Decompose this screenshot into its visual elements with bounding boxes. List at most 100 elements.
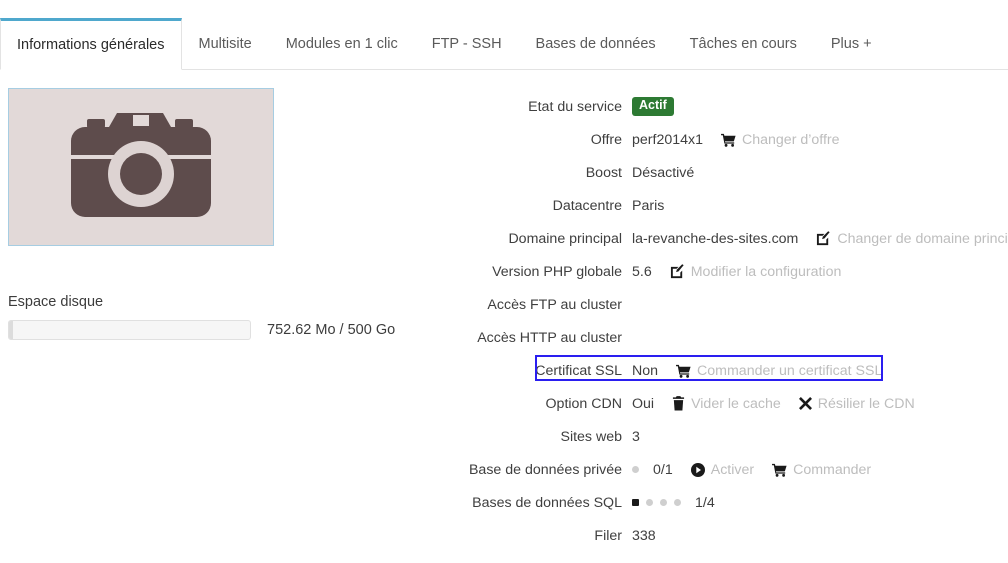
detail-row: Filer 338	[420, 523, 1008, 548]
action-link[interactable]: Vider le cache	[672, 396, 781, 412]
detail-value-text: la-revanche-des-sites.com	[632, 230, 799, 247]
detail-value: 338	[632, 528, 656, 544]
quota-dot-empty	[632, 466, 639, 473]
detail-value-text: Oui	[632, 395, 655, 412]
detail-label: Sites web	[560, 428, 622, 445]
camera-icon	[65, 111, 217, 223]
disk-space-progress-fill	[9, 321, 13, 339]
action-link[interactable]: Changer d’offre	[721, 132, 840, 148]
detail-value-text: 5.6	[632, 263, 652, 280]
action-link[interactable]: Résilier le CDN	[798, 395, 915, 412]
detail-value: 1/4	[632, 495, 715, 511]
detail-value-text: 0/1	[653, 461, 673, 478]
edit-icon	[670, 264, 685, 279]
disk-space-row: 752.62 Mo / 500 Go	[8, 320, 395, 340]
left-column: Espace disque 752.62 Mo / 500 Go	[8, 88, 408, 340]
action-link[interactable]: Changer de domaine principal	[816, 231, 1008, 247]
detail-row: Base de données privée 0/1 Activer Commande…	[420, 457, 1008, 482]
action-link[interactable]: Commander	[772, 462, 871, 478]
action-label: Commander	[793, 461, 872, 478]
cart-icon	[721, 133, 736, 147]
detail-value: Actif	[632, 97, 674, 116]
detail-value-text: 1/4	[695, 494, 715, 511]
action-label: Changer d’offre	[742, 131, 840, 148]
detail-row: Bases de données SQL 1/4	[420, 490, 1008, 515]
close-icon	[798, 397, 812, 410]
detail-row: Domaine principal la-revanche-des-sites.c…	[420, 226, 1008, 251]
tab-4[interactable]: Bases de données	[519, 18, 673, 69]
detail-value: Désactivé	[632, 165, 694, 181]
tab-2[interactable]: Modules en 1 clic	[269, 18, 415, 69]
tab-active-0[interactable]: Informations générales	[0, 18, 182, 70]
quota-dot-empty	[660, 499, 667, 506]
action-label: Activer	[710, 461, 755, 478]
disk-space-usage-text: 752.62 Mo / 500 Go	[267, 322, 396, 338]
tab-5[interactable]: Tâches en cours	[673, 18, 814, 69]
detail-value: 0/1 Activer Commander	[632, 462, 871, 478]
detail-label: Accès HTTP au cluster	[477, 329, 622, 346]
detail-label: Filer	[594, 527, 622, 544]
action-link[interactable]: Commander un certificat SSL	[676, 363, 882, 379]
action-label: Résilier le CDN	[817, 395, 915, 412]
detail-label: Accès FTP au cluster	[487, 296, 622, 313]
detail-value: 3	[632, 429, 640, 445]
action-label: Commander un certificat SSL	[697, 362, 883, 379]
detail-row: Version PHP globale 5.6 Modifier la config…	[420, 259, 1008, 284]
quota-dot-empty	[674, 499, 681, 506]
detail-row: Option CDN Oui Vider le cache Résilier le C…	[420, 391, 1008, 416]
detail-value-text: Désactivé	[632, 164, 695, 181]
detail-value-text: 3	[632, 428, 640, 445]
detail-value: perf2014x1 Changer d’offre	[632, 132, 840, 148]
trash-icon	[672, 396, 685, 411]
page-root: Informations générales Multisite Modules e…	[0, 0, 1008, 563]
disk-space-progressbar	[8, 320, 251, 340]
tab-bar: Informations générales Multisite Modules e…	[0, 18, 1008, 70]
quota-dot-empty	[646, 499, 653, 506]
action-label: Modifier la configuration	[690, 263, 842, 280]
quota-dots	[632, 499, 688, 506]
detail-label: Option CDN	[545, 395, 622, 412]
tab-3[interactable]: FTP - SSH	[415, 18, 519, 69]
detail-value: Paris	[632, 198, 664, 214]
detail-row: Offre perf2014x1 Changer d’offre	[420, 127, 1008, 152]
detail-label: Etat du service	[528, 98, 622, 115]
action-label: Vider le cache	[691, 395, 781, 412]
action-link[interactable]: Activer	[690, 461, 755, 478]
detail-value: 5.6 Modifier la configuration	[632, 264, 841, 280]
quota-dot-filled	[632, 499, 639, 506]
status-badge: Actif	[632, 97, 674, 116]
cart-icon	[676, 364, 691, 378]
detail-label: Datacentre	[552, 197, 622, 214]
detail-row: Sites web 3	[420, 424, 1008, 449]
detail-row: Accès HTTP au cluster	[420, 325, 1008, 350]
detail-row: Certificat SSL Non Commander un certificat…	[420, 355, 1008, 383]
detail-label: Offre	[590, 131, 622, 148]
cart-icon	[772, 463, 787, 477]
detail-row: Boost Désactivé	[420, 160, 1008, 185]
detail-label: Certificat SSL	[535, 362, 622, 379]
service-details-list: Etat du service Actif Offre perf2014x1 Chang…	[420, 94, 1008, 563]
detail-value-text: perf2014x1	[632, 131, 703, 148]
detail-value: Oui Vider le cache Résilier le CDN	[632, 396, 915, 412]
action-link[interactable]: Modifier la configuration	[670, 263, 842, 280]
detail-label: Domaine principal	[508, 230, 622, 247]
detail-row: Datacentre Paris	[420, 193, 1008, 218]
site-thumbnail[interactable]	[8, 88, 274, 246]
detail-label: Boost	[585, 164, 622, 181]
edit-icon	[816, 231, 831, 246]
quota-dots	[632, 466, 646, 473]
detail-value-text: Non	[632, 362, 659, 379]
action-label: Changer de domaine principal	[837, 230, 1008, 247]
tab-1[interactable]: Multisite	[182, 18, 269, 69]
detail-row: Etat du service Actif	[420, 94, 1008, 119]
detail-value: Non Commander un certificat SSL	[632, 363, 882, 379]
detail-row: Statistiques des visites	[420, 556, 1008, 563]
detail-label: Version PHP globale	[492, 263, 622, 280]
detail-value: la-revanche-des-sites.com Changer de doma…	[632, 231, 1008, 247]
detail-row: Accès FTP au cluster	[420, 292, 1008, 317]
tab-6[interactable]: Plus +	[814, 18, 889, 69]
detail-value-text: Paris	[632, 197, 665, 214]
play-circle-icon	[690, 462, 705, 477]
detail-label: Base de données privée	[468, 461, 622, 478]
detail-value-text: 338	[632, 527, 656, 544]
